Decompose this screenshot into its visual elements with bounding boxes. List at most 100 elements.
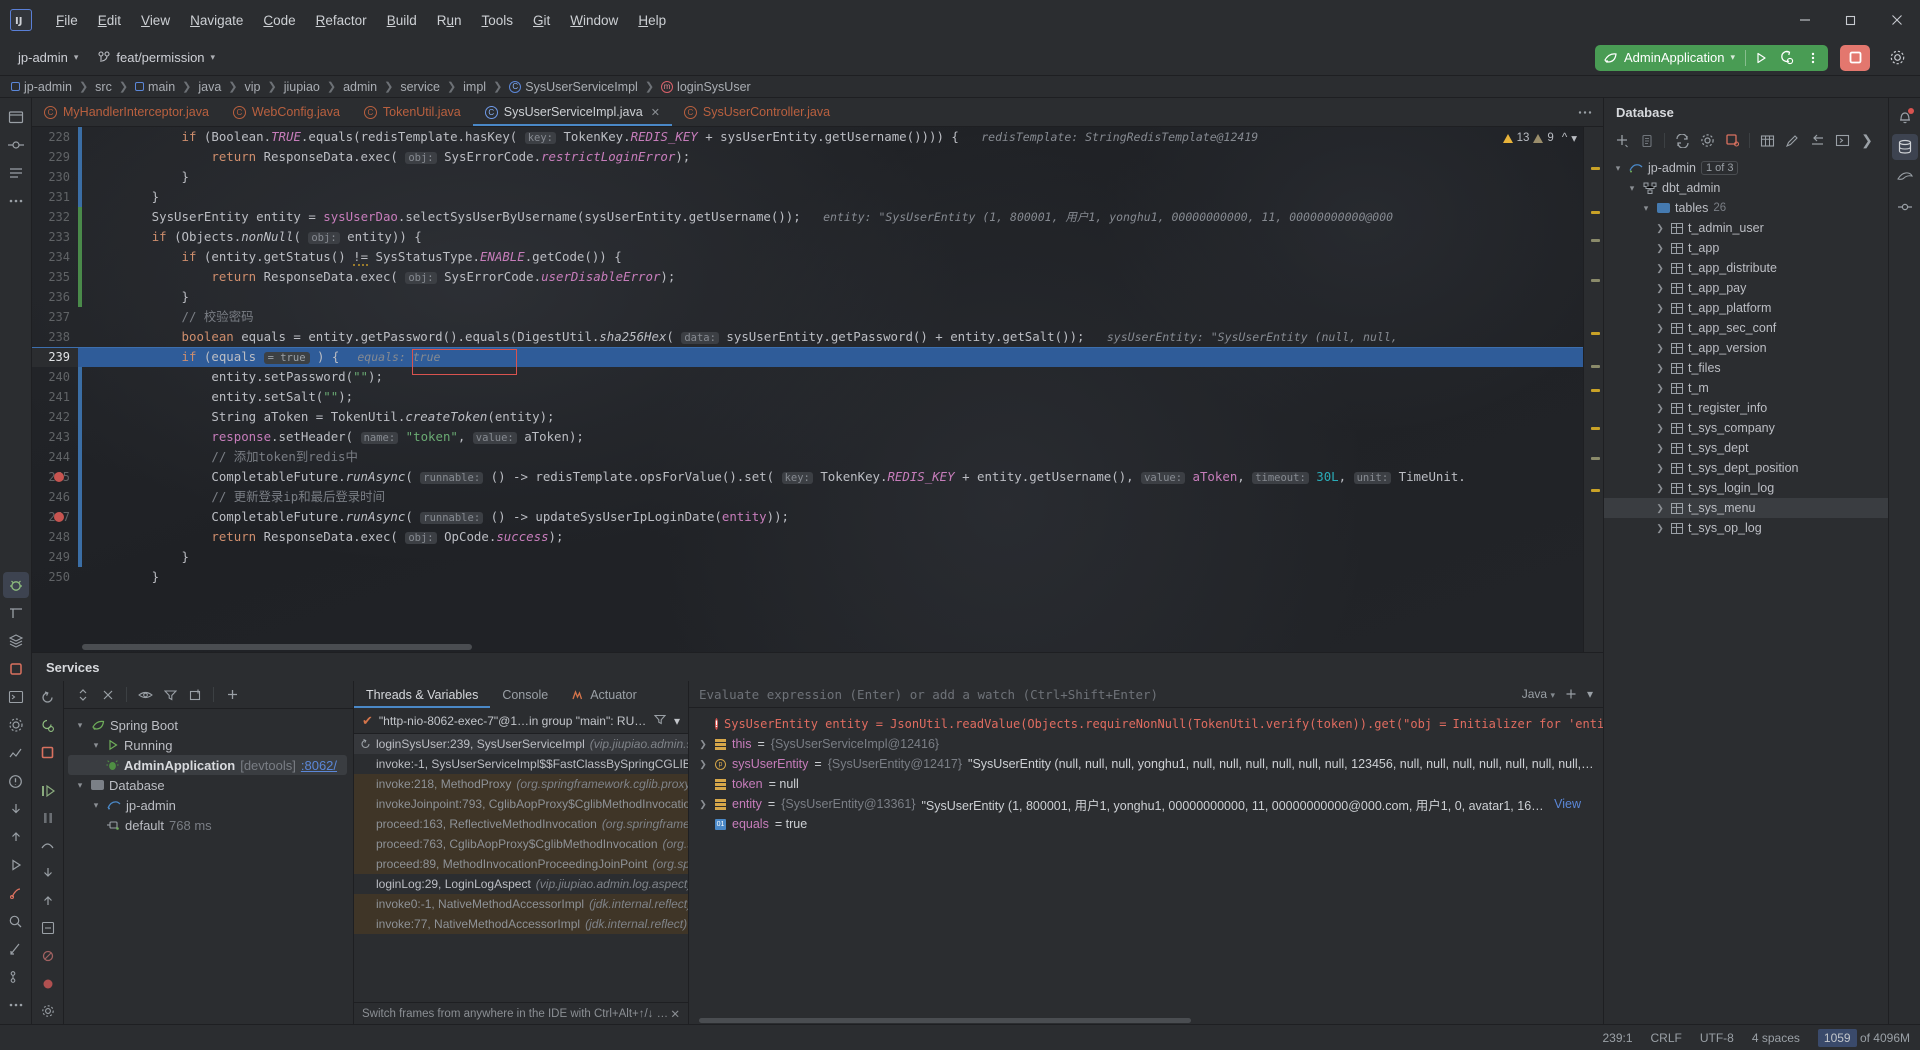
- menu-code[interactable]: Code: [253, 9, 305, 32]
- menu-git[interactable]: Git: [523, 9, 560, 32]
- view-breakpoints-icon[interactable]: [35, 971, 61, 997]
- line-number[interactable]: 246: [32, 487, 78, 507]
- database-tree[interactable]: ▾ jp-admin 1 of 3 ▾ dbt_admin ▾ tables 26 ❯ t_adm…: [1604, 154, 1888, 1024]
- close-icon[interactable]: [1874, 0, 1920, 40]
- menu-edit[interactable]: Edit: [88, 9, 131, 32]
- db-tree-item[interactable]: ❯ t_app_version: [1604, 338, 1888, 358]
- thread-selector[interactable]: ✔ "http-nio-8062-exec-7"@1…in group "mai…: [354, 708, 688, 734]
- tab-SysUserController[interactable]: C SysUserController.java: [672, 98, 842, 126]
- stack-frame[interactable]: proceed:763, CglibAopProxy$CglibMethodIn…: [354, 834, 688, 854]
- profiler-tool-icon[interactable]: [3, 740, 29, 766]
- new-tab-icon[interactable]: [184, 684, 206, 706]
- vcs-tool-icon[interactable]: [3, 964, 29, 990]
- chevron-right-icon[interactable]: ❯: [1654, 263, 1666, 274]
- todo-tool-icon[interactable]: [3, 600, 29, 626]
- line-number[interactable]: 239: [32, 347, 78, 367]
- code-line[interactable]: 243 response.setHeader( name: "token", v…: [32, 427, 1603, 447]
- breadcrumb-item-jiupiao[interactable]: jiupiao: [281, 79, 323, 95]
- tree-item-jp-admin-db[interactable]: ▾ jp-admin: [64, 795, 353, 815]
- database-tool-icon[interactable]: [1891, 134, 1918, 160]
- chevron-up-icon[interactable]: ^: [1562, 132, 1567, 144]
- db-tree-item[interactable]: ❯ t_m: [1604, 378, 1888, 398]
- expand-collapse-icon[interactable]: [72, 684, 94, 706]
- line-number[interactable]: 238: [32, 327, 78, 347]
- editor-horizontal-scrollbar[interactable]: [82, 644, 472, 650]
- eye-icon[interactable]: [134, 684, 156, 706]
- stack-frame[interactable]: invoke:-1, SysUserServiceImpl$$FastClass…: [354, 754, 688, 774]
- code-line[interactable]: 250 }: [32, 567, 1603, 587]
- project-tool-icon[interactable]: [3, 104, 29, 130]
- maven-tool-icon[interactable]: [1892, 164, 1918, 190]
- close-tab-icon[interactable]: [97, 684, 119, 706]
- expand-chevron-icon[interactable]: ❯: [697, 799, 709, 810]
- close-tip-icon[interactable]: ✕: [670, 1007, 680, 1021]
- code-line[interactable]: 232 SysUserEntity entity = sysUserDao.se…: [32, 207, 1603, 227]
- settings-icon[interactable]: [1695, 129, 1719, 152]
- menu-file[interactable]: File: [46, 9, 88, 32]
- debug-tool-icon[interactable]: [2, 572, 29, 598]
- line-number[interactable]: 242: [32, 407, 78, 427]
- chevron-down-icon[interactable]: ▾: [1626, 183, 1638, 194]
- chevron-down-icon[interactable]: ▾: [90, 800, 102, 811]
- line-number[interactable]: 234: [32, 247, 78, 267]
- chevron-right-icon[interactable]: ❯: [1654, 343, 1666, 354]
- variable-row[interactable]: 01 equals = true: [689, 814, 1603, 834]
- rerun-debug-icon[interactable]: [35, 713, 61, 739]
- tab-TokenUtil[interactable]: C TokenUtil.java: [352, 98, 473, 126]
- chevron-down-icon[interactable]: ▾: [1571, 131, 1577, 145]
- expand-chevron-icon[interactable]: ❯: [697, 759, 709, 770]
- add-icon[interactable]: [221, 684, 243, 706]
- db-tree-item[interactable]: ❯ t_sys_dept: [1604, 438, 1888, 458]
- copy-icon[interactable]: [1635, 129, 1659, 152]
- minimize-icon[interactable]: [1782, 0, 1828, 40]
- tree-item-admin-application[interactable]: AdminApplication [devtools] :8062/: [68, 755, 347, 775]
- code-line[interactable]: 240 entity.setPassword("");: [32, 367, 1603, 387]
- code-line[interactable]: 235 return ResponseData.exec( obj: SysEr…: [32, 267, 1603, 287]
- line-number[interactable]: 247: [32, 507, 78, 527]
- tab-threads-variables[interactable]: Threads & Variables: [354, 681, 491, 708]
- line-number[interactable]: 243: [32, 427, 78, 447]
- stack-frame[interactable]: proceed:163, ReflectiveMethodInvocation …: [354, 814, 688, 834]
- breadcrumb-item-impl[interactable]: impl: [460, 79, 489, 95]
- download-tool-icon[interactable]: [3, 796, 29, 822]
- breadcrumb-item-method[interactable]: m loginSysUser: [658, 79, 754, 95]
- db-tree-item[interactable]: ❯ t_files: [1604, 358, 1888, 378]
- line-separator[interactable]: CRLF: [1651, 1031, 1682, 1045]
- chevron-right-icon[interactable]: ❯: [1654, 423, 1666, 434]
- tab-console[interactable]: Console: [490, 681, 560, 708]
- step-over-icon[interactable]: [35, 833, 61, 859]
- settings-icon[interactable]: [1884, 45, 1910, 71]
- code-line[interactable]: 234 if (entity.getStatus() != SysStatusT…: [32, 247, 1603, 267]
- stop-debug-icon[interactable]: [35, 740, 61, 766]
- db-tree-item[interactable]: ❯ t_sys_dept_position: [1604, 458, 1888, 478]
- run-config-selector[interactable]: AdminApplication ▾: [1597, 50, 1743, 65]
- db-tree-item[interactable]: ▾ jp-admin 1 of 3: [1604, 158, 1888, 178]
- variable-row[interactable]: ❯ p sysUserEntity = {SysUserEntity@12417} "Sy…: [689, 754, 1603, 774]
- tab-actuator[interactable]: Actuator: [560, 681, 649, 708]
- code-line[interactable]: 246 // 更新登录ip和最后登录时间: [32, 487, 1603, 507]
- variables-horizontal-scrollbar[interactable]: [689, 1016, 1603, 1024]
- db-tree-item[interactable]: ❯ t_app: [1604, 238, 1888, 258]
- pause-icon[interactable]: [35, 805, 61, 831]
- commit-tool-icon[interactable]: [3, 132, 29, 158]
- db-tree-item[interactable]: ❯ t_admin_user: [1604, 218, 1888, 238]
- close-tab-icon[interactable]: ✕: [651, 106, 660, 119]
- breadcrumb-item-service[interactable]: service: [397, 79, 443, 95]
- db-tree-item[interactable]: ❯ t_sys_menu: [1604, 498, 1888, 518]
- table-icon[interactable]: [1755, 129, 1779, 152]
- line-number[interactable]: 240: [32, 367, 78, 387]
- db-tree-item[interactable]: ❯ t_app_sec_conf: [1604, 318, 1888, 338]
- menu-help[interactable]: Help: [628, 9, 676, 32]
- chevron-down-icon[interactable]: ▾: [74, 780, 86, 791]
- menu-tools[interactable]: Tools: [472, 9, 524, 32]
- stack-frame[interactable]: invoke0:-1, NativeMethodAccessorImpl (jd…: [354, 894, 688, 914]
- chevron-right-icon[interactable]: ❯: [1654, 403, 1666, 414]
- db-tree-item[interactable]: ❯ t_app_distribute: [1604, 258, 1888, 278]
- chevron-right-icon[interactable]: ❯: [1654, 283, 1666, 294]
- chevron-right-icon[interactable]: ❯: [1654, 383, 1666, 394]
- inspection-stripe[interactable]: [1583, 127, 1603, 652]
- view-value-link[interactable]: View: [1554, 797, 1595, 811]
- db-tree-item[interactable]: ❯ t_sys_company: [1604, 418, 1888, 438]
- db-tree-item[interactable]: ❯ t_register_info: [1604, 398, 1888, 418]
- frame-list[interactable]: loginSysUser:239, SysUserServiceImpl (vi…: [354, 734, 688, 1002]
